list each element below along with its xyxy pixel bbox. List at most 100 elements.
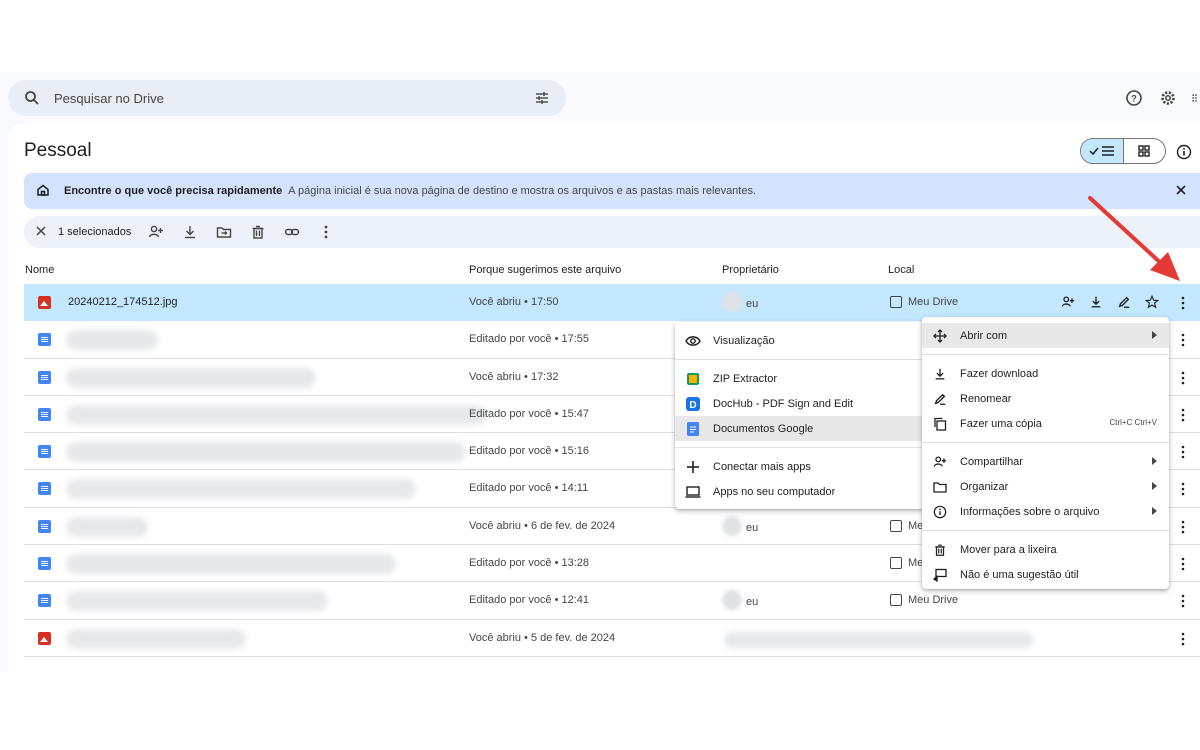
zip-extractor-logo [687,372,699,385]
more-icon[interactable] [1176,444,1190,460]
search-options-icon[interactable] [532,88,552,108]
menu-item-zip-extractor[interactable]: ZIP Extractor [675,366,925,391]
menu-item-organize[interactable]: Organizar [922,474,1169,499]
menu-item-label: DocHub - PDF Sign and Edit [713,397,854,410]
redacted-name [66,442,466,463]
menu-item-dochub[interactable]: D DocHub - PDF Sign and Edit [675,391,925,416]
menu-item-make-copy[interactable]: Fazer uma cópia Ctrl+C Ctrl+V [922,411,1169,436]
search-icon[interactable] [22,88,42,108]
file-owner: eu [722,292,758,312]
more-actions-icon[interactable] [317,223,335,241]
menu-item-trash[interactable]: Mover para a lixeira [922,537,1169,562]
owner-label: eu [746,521,759,534]
move-icon[interactable] [215,223,233,241]
info-icon[interactable] [1174,142,1194,162]
more-icon[interactable] [1176,556,1190,572]
more-icon[interactable] [1176,481,1190,497]
share-icon [932,454,948,470]
file-reason: Editado por você • 17:55 [469,333,590,346]
trash-icon[interactable] [249,223,267,241]
folder-icon [932,479,948,495]
download-icon[interactable] [181,223,199,241]
menu-item-download[interactable]: Fazer download [922,361,1169,386]
menu-item-preview[interactable]: Visualização [675,328,925,353]
avatar [722,292,742,312]
clear-selection-icon[interactable] [34,224,50,240]
google-docs-icon [685,421,701,437]
menu-item-file-info[interactable]: Informações sobre o arquivo [922,499,1169,524]
more-icon[interactable] [1176,593,1190,609]
location-label: Me [908,557,924,570]
svg-text:?: ? [1131,94,1137,104]
grid-view-button[interactable] [1124,139,1166,163]
drive-icon [890,594,902,607]
table-row[interactable]: 20240212_174512.jpg Você abriu • 17:50 e… [24,284,1200,322]
menu-divider [675,447,925,448]
redacted-name [66,554,396,575]
menu-item-label: Informações sobre o arquivo [960,505,1100,518]
help-icon[interactable]: ? [1124,88,1144,108]
settings-icon[interactable] [1158,88,1178,108]
download-icon [932,366,948,382]
location-label: Me [908,519,924,532]
file-reason: Editado por você • 14:11 [469,482,589,495]
search-bar[interactable] [8,80,566,116]
plus-icon [685,459,701,475]
menu-item-rename[interactable]: Renomear [922,386,1169,411]
doc-file-icon [38,370,51,384]
home-icon [36,183,52,199]
page-footer-blank [0,672,1200,750]
rename-icon[interactable] [1116,294,1132,310]
more-icon[interactable] [1176,631,1190,647]
menu-item-google-docs[interactable]: Documentos Google [675,416,925,441]
redacted-name [66,591,328,612]
keyboard-shortcut: Ctrl+C Ctrl+V [1109,418,1157,427]
trash-icon [932,542,948,558]
column-name[interactable]: Nome [25,264,54,276]
redacted-name [66,516,148,537]
menu-item-computer-apps[interactable]: Apps no seu computador [675,479,925,504]
menu-item-connect-apps[interactable]: Conectar mais apps [675,454,925,479]
star-icon[interactable] [1144,294,1160,310]
page-title: Pessoal [24,140,92,161]
menu-item-label: Compartilhar [960,455,1023,468]
table-header: Nome Porque sugerimos este arquivo Propr… [24,256,1200,286]
annotation-arrow-icon [1088,196,1180,281]
list-view-button[interactable] [1081,139,1124,163]
share-icon[interactable] [147,223,165,241]
more-icon[interactable] [1176,370,1190,386]
drive-icon [890,296,902,308]
info-icon [932,504,948,520]
search-input[interactable] [54,90,532,106]
drive-icon [890,519,902,532]
share-icon[interactable] [1060,294,1076,310]
submenu-arrow-icon [1152,482,1157,490]
menu-item-label: Abrir com [960,329,1008,342]
menu-item-share[interactable]: Compartilhar [922,449,1169,474]
column-reason: Porque sugerimos este arquivo [469,264,622,276]
image-file-icon [38,631,51,645]
file-reason: Editado por você • 13:28 [469,557,590,570]
menu-item-label: Mover para a lixeira [960,543,1057,556]
laptop-icon [685,484,701,500]
file-reason: Editado por você • 12:41 [469,594,590,607]
menu-item-not-useful[interactable]: Não é uma sugestão útil [922,562,1169,587]
view-toggle[interactable] [1080,138,1166,164]
download-icon[interactable] [1088,294,1104,310]
submenu-arrow-icon [1152,331,1157,339]
open-with-submenu: Visualização ZIP Extractor D DocHub - PD… [675,322,925,509]
more-icon[interactable] [1176,407,1190,423]
table-row[interactable]: Você abriu • 5 de fev. de 2024 [24,620,1200,657]
more-icon[interactable] [1176,295,1190,311]
menu-item-label: Renomear [960,392,1012,405]
menu-item-label: Documentos Google [713,422,814,435]
link-icon[interactable] [283,223,301,241]
more-icon[interactable] [1176,332,1190,348]
file-location: Meu Drive [890,296,958,308]
apps-grid-icon[interactable] [1192,88,1200,108]
drive-icon [890,557,902,570]
menu-item-open-with[interactable]: Abrir com [922,323,1169,348]
redacted-name [66,367,316,388]
svg-text:D: D [689,400,696,411]
more-icon[interactable] [1176,519,1190,535]
